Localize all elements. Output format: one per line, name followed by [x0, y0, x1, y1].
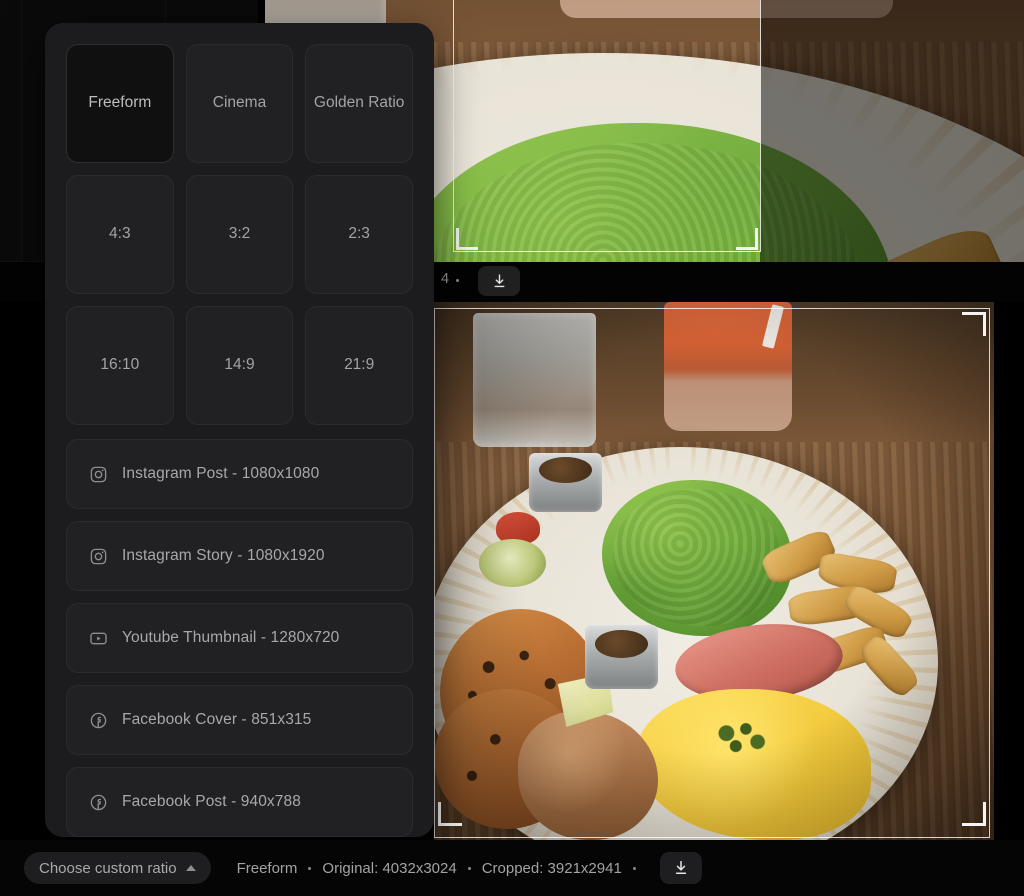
- ghost-separator-dot: [456, 279, 459, 282]
- crop-handle-top-right[interactable]: [962, 312, 986, 336]
- ratio-tile-label: 14:9: [224, 356, 255, 374]
- aspect-ratio-grid: Freeform Cinema Golden Ratio 4:3 3:2 2:3…: [66, 44, 413, 425]
- status-original: Original: 4032x3024: [322, 859, 457, 877]
- crop-handle-bottom-left[interactable]: [456, 228, 478, 250]
- preset-label: Instagram Post - 1080x1080: [122, 465, 320, 482]
- instagram-icon: [88, 464, 108, 484]
- ratio-tile-2-3[interactable]: 2:3: [305, 175, 413, 294]
- photo-water-glass: [473, 312, 597, 448]
- crop-status-group: Freeform Original: 4032x3024 Cropped: 39…: [237, 852, 702, 884]
- crop-tool-window: 4 Freeform Cinema Golden Ratio 4:3 3:2 2…: [0, 0, 1024, 896]
- top-crop-frame[interactable]: [453, 0, 761, 252]
- preview-photo-main: [434, 302, 994, 840]
- photo-sauce-cup-a: [529, 452, 602, 512]
- preset-instagram-story[interactable]: Instagram Story - 1080x1920: [66, 521, 413, 591]
- crop-handle-bottom-right[interactable]: [962, 802, 986, 826]
- photo-sauce-cup-b: [585, 624, 658, 690]
- status-ratio-mode: Freeform: [236, 859, 298, 877]
- aspect-ratio-popup: Freeform Cinema Golden Ratio 4:3 3:2 2:3…: [45, 23, 434, 837]
- ratio-tile-label: 21:9: [344, 356, 375, 374]
- crop-handle-bottom-right[interactable]: [736, 228, 758, 250]
- ratio-tile-label: Golden Ratio: [313, 94, 405, 112]
- status-separator-dot: [632, 866, 636, 870]
- ratio-tile-label: 16:10: [100, 356, 140, 374]
- ratio-tile-label: 2:3: [348, 225, 370, 243]
- background-divider-left: [21, 0, 22, 262]
- choose-custom-ratio-label: Choose custom ratio: [39, 859, 177, 877]
- preset-facebook-post[interactable]: Facebook Post - 940x788: [66, 767, 413, 837]
- ratio-tile-label: Freeform: [88, 94, 152, 112]
- crop-dim-right: [994, 302, 1024, 840]
- download-icon: [675, 860, 686, 874]
- preset-facebook-cover[interactable]: Facebook Cover - 851x315: [66, 685, 413, 755]
- ratio-tile-label: 3:2: [228, 225, 251, 243]
- ratio-tile-16-10[interactable]: 16:10: [66, 306, 174, 425]
- chevron-up-icon: [185, 865, 196, 871]
- preset-youtube-thumbnail[interactable]: Youtube Thumbnail - 1280x720: [66, 603, 413, 673]
- preset-label: Facebook Cover - 851x315: [122, 711, 312, 728]
- status-cropped: Cropped: 3921x2941: [481, 859, 622, 877]
- photo-herb-garnish: [702, 716, 782, 760]
- ratio-tile-golden-ratio[interactable]: Golden Ratio: [305, 44, 413, 163]
- ratio-tile-freeform[interactable]: Freeform: [66, 44, 174, 163]
- preset-label: Youtube Thumbnail - 1280x720: [122, 629, 340, 646]
- ratio-tile-label: Cinema: [212, 94, 267, 112]
- ghost-status-fragment: 4: [441, 271, 450, 287]
- bottom-status-bar: Choose custom ratio Freeform Original: 4…: [0, 840, 1024, 896]
- status-separator-dot: [308, 866, 312, 870]
- youtube-icon: [88, 628, 108, 648]
- ratio-tile-4-3[interactable]: 4:3: [66, 175, 174, 294]
- preset-label: Facebook Post - 940x788: [122, 793, 301, 810]
- social-preset-list: Instagram Post - 1080x1080 Instagram Sto…: [66, 439, 413, 837]
- ratio-tile-21-9[interactable]: 21:9: [305, 306, 413, 425]
- ghost-download-button[interactable]: [478, 266, 520, 296]
- top-crop-dim-overlay: [760, 0, 1024, 262]
- status-separator-dot: [467, 866, 471, 870]
- photo-zucchini: [478, 538, 546, 588]
- facebook-icon: [88, 792, 108, 812]
- crop-handle-bottom-left[interactable]: [438, 802, 462, 826]
- ratio-tile-cinema[interactable]: Cinema: [185, 44, 294, 163]
- facebook-icon: [88, 710, 108, 730]
- download-icon: [494, 273, 504, 287]
- ratio-tile-label: 4:3: [109, 225, 131, 243]
- ratio-tile-14-9[interactable]: 14:9: [185, 306, 294, 425]
- preset-instagram-post[interactable]: Instagram Post - 1080x1080: [66, 439, 413, 509]
- choose-custom-ratio-button[interactable]: Choose custom ratio: [24, 852, 211, 884]
- download-button[interactable]: [659, 852, 702, 884]
- ratio-tile-3-2[interactable]: 3:2: [185, 175, 294, 294]
- preset-label: Instagram Story - 1080x1920: [122, 547, 325, 564]
- instagram-icon: [88, 546, 108, 566]
